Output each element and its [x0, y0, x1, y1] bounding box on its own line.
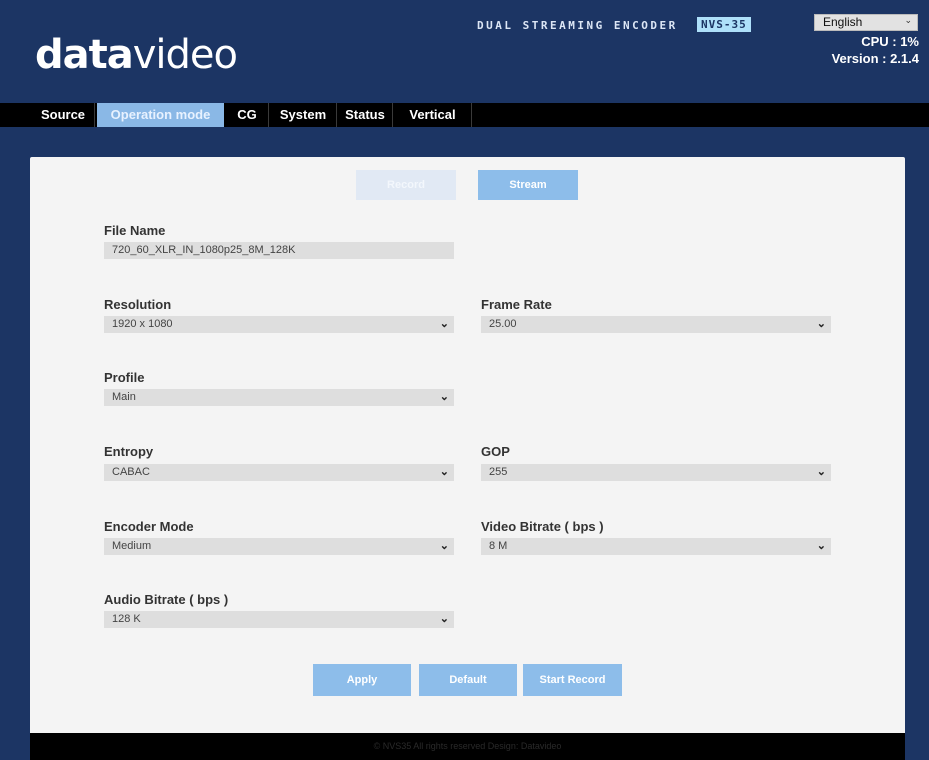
main-nav: Source Operation mode CG System Status V…: [0, 103, 929, 127]
tab-vertical[interactable]: Vertical: [394, 103, 472, 127]
resolution-select[interactable]: 1920 x 1080 ⌄: [104, 316, 454, 333]
gop-select[interactable]: 255 ⌄: [481, 464, 831, 481]
language-value: English: [823, 15, 863, 29]
entropy-select[interactable]: CABAC ⌄: [104, 464, 454, 481]
tab-cg[interactable]: CG: [226, 103, 269, 127]
video-bitrate-select[interactable]: 8 M ⌄: [481, 538, 831, 555]
start-record-button[interactable]: Start Record: [523, 664, 622, 696]
resolution-label: Resolution: [104, 297, 172, 312]
chevron-down-icon: ⌄: [816, 540, 826, 552]
encoder-mode-label: Encoder Mode: [104, 519, 194, 534]
audio-bitrate-select[interactable]: 128 K ⌄: [104, 611, 454, 628]
frame-rate-label: Frame Rate: [481, 297, 552, 312]
tab-system[interactable]: System: [270, 103, 337, 127]
entropy-label: Entropy: [104, 444, 154, 459]
app-header: datavideo DUAL STREAMING ENCODER NVS-35 …: [0, 0, 929, 103]
file-name-input[interactable]: 720_60_XLR_IN_1080p25_8M_128K: [104, 242, 454, 259]
system-info: CPU : 1% Version : 2.1.4: [832, 33, 919, 67]
chevron-down-icon: ⌄: [439, 540, 449, 552]
file-name-label: File Name: [104, 223, 166, 238]
gop-label: GOP: [481, 444, 510, 459]
apply-button[interactable]: Apply: [313, 664, 411, 696]
profile-label: Profile: [104, 370, 145, 385]
tab-source[interactable]: Source: [32, 103, 95, 127]
chevron-down-icon: ⌄: [904, 15, 912, 25]
video-bitrate-value: 8 M: [489, 540, 508, 552]
default-button[interactable]: Default: [419, 664, 517, 696]
chevron-down-icon: ⌄: [816, 466, 826, 478]
video-bitrate-label: Video Bitrate ( bps ): [481, 519, 604, 534]
gop-value: 255: [489, 466, 508, 478]
frame-rate-value: 25.00: [489, 318, 517, 330]
record-mode-button[interactable]: Record: [356, 170, 456, 200]
model-badge: NVS-35: [697, 17, 751, 32]
tab-operation-mode[interactable]: Operation mode: [97, 103, 224, 127]
tab-status[interactable]: Status: [338, 103, 393, 127]
product-title: DUAL STREAMING ENCODER: [477, 19, 678, 32]
audio-bitrate-label: Audio Bitrate ( bps ): [104, 592, 229, 607]
chevron-down-icon: ⌄: [439, 613, 449, 625]
profile-value: Main: [112, 391, 136, 403]
chevron-down-icon: ⌄: [439, 466, 449, 478]
footer-copyright: © NVS35 All rights reserved Design: Data…: [30, 733, 905, 760]
encoder-mode-value: Medium: [112, 540, 152, 552]
datavideo-logo: datavideo: [35, 32, 238, 78]
operation-mode-panel: Record Stream File Name 720_60_XLR_IN_10…: [30, 157, 905, 737]
stream-mode-button[interactable]: Stream: [478, 170, 578, 200]
frame-rate-select[interactable]: 25.00 ⌄: [481, 316, 831, 333]
file-name-value: 720_60_XLR_IN_1080p25_8M_128K: [112, 244, 296, 256]
chevron-down-icon: ⌄: [816, 318, 826, 330]
cpu-usage: CPU : 1%: [861, 34, 919, 49]
firmware-version: Version : 2.1.4: [831, 51, 919, 66]
chevron-down-icon: ⌄: [439, 318, 449, 330]
resolution-value: 1920 x 1080: [112, 318, 173, 330]
chevron-down-icon: ⌄: [439, 391, 449, 403]
entropy-value: CABAC: [112, 466, 150, 478]
encoder-mode-select[interactable]: Medium ⌄: [104, 538, 454, 555]
audio-bitrate-value: 128 K: [112, 613, 141, 625]
profile-select[interactable]: Main ⌄: [104, 389, 454, 406]
language-select[interactable]: English ⌄: [814, 14, 918, 31]
